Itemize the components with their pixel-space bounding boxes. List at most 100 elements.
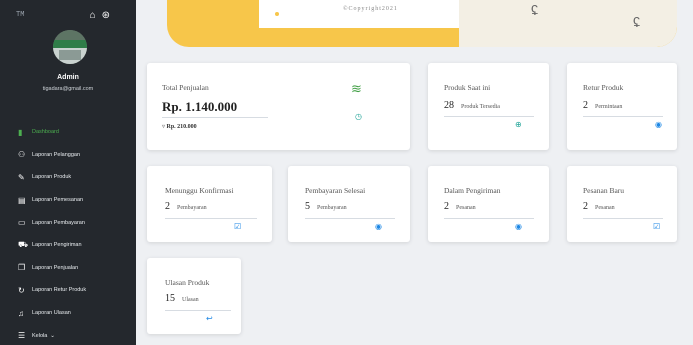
card-value-row: 2 Pembayaran: [165, 201, 207, 212]
banner-decor: [459, 0, 677, 47]
sidebar-item-dashboard[interactable]: ▮ Dashboard: [18, 121, 86, 144]
sub-value: Rp. 210.000: [166, 124, 197, 130]
truck-icon: ⛟: [18, 240, 29, 250]
sidebar-item-laporan-pelanggan[interactable]: ⚇ Laporan Pelanggan: [18, 144, 86, 167]
reply-icon[interactable]: ↩: [206, 314, 213, 323]
sidebar-menu: ▮ Dashboard ⚇ Laporan Pelanggan ✎ Lapora…: [18, 121, 86, 345]
home-icon[interactable]: ⌂: [90, 10, 96, 22]
chart-bars-icon: ▮: [18, 127, 23, 137]
arrow-down-icon: ▿: [162, 124, 166, 130]
card-pembayaran-selesai: Pembayaran Selesai 5 Pembayaran ◉: [288, 166, 410, 242]
user-email: tigadara@gmail.com: [42, 86, 94, 92]
sub-value-row: ▿ Rp. 210.000: [162, 123, 197, 130]
chevron-down-icon: ⌄: [50, 332, 55, 339]
sidebar-item-label: Dashboard: [32, 129, 59, 136]
banner-card: [259, 0, 459, 28]
sidebar-item-laporan-penjualan[interactable]: ❐ Laporan Penjualan: [18, 257, 86, 280]
card-title: Produk Saat ini: [444, 83, 491, 92]
sidebar-item-label: Laporan Pelanggan: [32, 151, 81, 158]
card-value-row: 5 Pembayaran: [305, 201, 347, 212]
avatar: [53, 30, 87, 64]
card-value: 28: [444, 100, 454, 111]
trend-icon: ≋: [351, 81, 362, 96]
card-unit: Permintaan: [595, 104, 623, 110]
divider: [165, 310, 231, 311]
banner-dot: [275, 12, 279, 16]
squiggle-decor-1: ʢ: [531, 2, 538, 18]
card-value-row: 15 Ulasan: [165, 293, 199, 304]
eye-icon[interactable]: ◉: [515, 222, 522, 231]
card-unit: Pesanan: [456, 205, 476, 211]
history-icon[interactable]: ◷: [355, 112, 362, 121]
card-unit: Pembayaran: [177, 205, 207, 211]
sidebar-item-laporan-produk[interactable]: ✎ Laporan Produk: [18, 166, 86, 189]
sidebar-top: TM ⌂ ⊛: [0, 10, 136, 24]
user-circle-icon[interactable]: ⊛: [102, 10, 110, 22]
check-square-icon[interactable]: ☑: [653, 222, 660, 231]
card-value-row: 28 Produk Tersedia: [444, 100, 500, 111]
sidebar-item-label: Laporan Retur Produk: [32, 287, 87, 294]
sidebar-item-kelola[interactable]: ☰ Kelola ⌄: [18, 324, 86, 345]
top-icons: ⌂ ⊛: [90, 10, 110, 22]
card-title: Menunggu Konfirmasi: [165, 186, 234, 195]
sidebar-item-label: Laporan Ulasan: [32, 310, 71, 317]
user-name: Admin: [57, 74, 79, 81]
card-menunggu-konfirmasi: Menunggu Konfirmasi 2 Pembayaran ☑: [147, 166, 272, 242]
divider: [583, 116, 663, 117]
plus-circle-icon[interactable]: ⊕: [515, 120, 522, 129]
sidebar-item-laporan-pengiriman[interactable]: ⛟ Laporan Pengiriman: [18, 234, 86, 257]
check-square-icon[interactable]: ☑: [234, 222, 241, 231]
card-title: Ulasan Produk: [165, 278, 210, 287]
file-icon: ▤: [18, 195, 26, 205]
card-value: 15: [165, 293, 175, 304]
card-title: Pembayaran Selesai: [305, 186, 366, 195]
sidebar-item-laporan-pemesanan[interactable]: ▤ Laporan Pemesanan: [18, 189, 86, 212]
card-value-row: 2 Pesanan: [444, 201, 476, 212]
eye-icon[interactable]: ◉: [375, 222, 382, 231]
sidebar: TM ⌂ ⊛ Admin tigadara@gmail.com ▮ Dashbo…: [0, 0, 136, 345]
card-value: 5: [305, 201, 310, 212]
card-title: Total Penjualan: [162, 83, 209, 92]
divider: [305, 218, 395, 219]
sidebar-item-label: Laporan Pembayaran: [32, 219, 85, 226]
card-pesanan-baru: Pesanan Baru 2 Pesanan ☑: [567, 166, 677, 242]
card-unit: Pesanan: [595, 205, 615, 211]
header-banner: ©Copyright2021 ʢ ʢ: [167, 0, 677, 47]
divider: [444, 218, 534, 219]
total-value: Rp. 1.140.000: [162, 99, 238, 114]
card-produk: Produk Saat ini 28 Produk Tersedia ⊕: [428, 63, 549, 150]
card-unit: Produk Tersedia: [461, 104, 500, 110]
card-dalam-pengiriman: Dalam Pengiriman 2 Pesanan ◉: [428, 166, 549, 242]
divider: [165, 218, 257, 219]
card-ulasan-produk: Ulasan Produk 15 Ulasan ↩: [147, 258, 241, 334]
card-unit: Pembayaran: [317, 205, 347, 211]
sidebar-item-label: Kelola: [32, 332, 48, 339]
sidebar-item-label: Laporan Produk: [32, 174, 72, 181]
card-title: Dalam Pengiriman: [444, 186, 501, 195]
card-value-row: 2 Permintaan: [583, 100, 622, 111]
bell-icon: ♫: [18, 308, 24, 318]
sidebar-item-laporan-retur-produk[interactable]: ↻ Laporan Retur Produk: [18, 279, 86, 302]
card-unit: Ulasan: [182, 297, 199, 303]
card-retur: Retur Produk 2 Permintaan ◉: [567, 63, 677, 150]
card-value: 2: [583, 100, 588, 111]
card-value: 2: [165, 201, 170, 212]
sidebar-item-label: Laporan Pemesanan: [32, 197, 84, 204]
card-total-penjualan-wide: Total Penjualan Rp. 1.140.000 ▿ Rp. 210.…: [147, 63, 410, 150]
users-icon: ⚇: [18, 150, 26, 160]
card-value: 2: [583, 201, 588, 212]
refresh-icon: ↻: [18, 285, 25, 295]
copy-icon: ❐: [18, 263, 26, 273]
card-value-row: 2 Pesanan: [583, 201, 615, 212]
card-title: Retur Produk: [583, 83, 624, 92]
edit-icon: ✎: [18, 172, 25, 182]
sidebar-item-label: Laporan Penjualan: [32, 264, 79, 271]
copyright-text: ©Copyright2021: [343, 6, 398, 12]
sidebar-item-laporan-pembayaran[interactable]: ▭ Laporan Pembayaran: [18, 211, 86, 234]
wallet-icon: ▭: [18, 218, 26, 228]
card-value: 2: [444, 201, 449, 212]
sidebar-item-laporan-ulasan[interactable]: ♫ Laporan Ulasan: [18, 302, 86, 325]
eye-icon[interactable]: ◉: [655, 120, 662, 129]
list-icon: ☰: [18, 331, 26, 341]
sidebar-item-label: Laporan Pengiriman: [32, 242, 82, 249]
